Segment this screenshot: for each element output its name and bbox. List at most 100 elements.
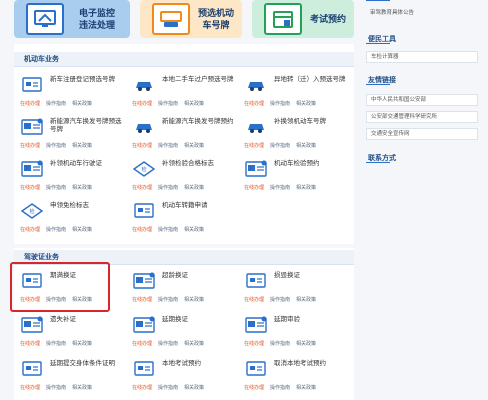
policy-link[interactable]: 相关政策 [72,341,92,347]
guide-link[interactable]: 操作指南 [158,227,178,233]
section-title: 驾驶证业务 [24,254,59,261]
guide-link[interactable]: 操作指南 [46,101,66,107]
online-link[interactable]: 在线办理 [244,297,264,303]
service-item[interactable]: 超龄换证 在线办理 操作指南 相关政策 [132,272,242,306]
online-link[interactable]: 在线办理 [132,385,152,391]
friend-link[interactable]: 交通安全宣传网 [366,128,478,140]
guide-link[interactable]: 操作指南 [158,185,178,191]
online-link[interactable]: 在线办理 [132,297,152,303]
online-link[interactable]: 在线办理 [132,227,152,233]
online-link[interactable]: 在线办理 [132,101,152,107]
online-link[interactable]: 在线办理 [244,385,264,391]
policy-link[interactable]: 相关政策 [184,101,204,107]
service-item[interactable]: 机动车转籍申请 在线办理 操作指南 相关政策 [132,202,242,236]
online-link[interactable]: 在线办理 [20,385,40,391]
service-item[interactable]: 新能源汽车换发号牌预选号牌在线办理 操作指南 相关政策 [20,118,130,152]
monitor-icon [26,3,64,35]
service-links: 在线办理 操作指南 相关政策 [20,100,98,107]
online-link[interactable]: 在线办理 [20,341,40,347]
policy-link[interactable]: 相关政策 [72,101,92,107]
service-item[interactable]: 延期提交身体条件证明 在线办理 操作指南 相关政策 [20,360,130,394]
guide-link[interactable]: 操作指南 [270,101,290,107]
online-link[interactable]: 在线办理 [244,101,264,107]
service-item[interactable]: 本地考试预约 在线办理 操作指南 相关政策 [132,360,242,394]
policy-link[interactable]: 相关政策 [296,297,316,303]
service-item[interactable]: 补换领机动车号牌 在线办理 操作指南 相关政策 [244,118,354,152]
guide-link[interactable]: 操作指南 [270,185,290,191]
service-title: 新能源汽车换发号牌预选号牌 [50,118,122,133]
online-link[interactable]: 在线办理 [244,341,264,347]
service-item[interactable]: 延期审验 在线办理 操作指南 相关政策 [244,316,354,350]
policy-link[interactable]: 相关政策 [296,185,316,191]
service-links: 在线办理 操作指南 相关政策 [20,226,98,233]
service-item[interactable]: 新车注册登记预选号牌 在线办理 操作指南 相关政策 [20,76,130,110]
svg-text:检: 检 [29,208,34,215]
policy-link[interactable]: 相关政策 [296,385,316,391]
guide-link[interactable]: 操作指南 [46,227,66,233]
service-item[interactable]: 延期换证 在线办理 操作指南 相关政策 [132,316,242,350]
policy-link[interactable]: 相关政策 [184,143,204,149]
service-icon: 检 [20,202,44,220]
service-item[interactable]: 检 申领免检标志 在线办理 操作指南 相关政策 [20,202,130,236]
service-item[interactable]: 本地二手车过户预选号牌 在线办理 操作指南 相关政策 [132,76,242,110]
policy-link[interactable]: 相关政策 [72,385,92,391]
online-link[interactable]: 在线办理 [132,341,152,347]
guide-link[interactable]: 操作指南 [46,341,66,347]
guide-link[interactable]: 操作指南 [46,143,66,149]
selected-item-highlight [10,262,110,312]
policy-link[interactable]: 相关政策 [184,341,204,347]
policy-link[interactable]: 相关政策 [184,385,204,391]
service-item[interactable]: 损毁换证 在线办理 操作指南 相关政策 [244,272,354,306]
online-link[interactable]: 在线办理 [132,185,152,191]
exam-booking-banner[interactable]: 考试预约 [252,0,354,38]
divider [366,162,390,163]
online-link[interactable]: 在线办理 [244,143,264,149]
policy-link[interactable]: 相关政策 [72,227,92,233]
policy-link[interactable]: 相关政策 [184,185,204,191]
online-link[interactable]: 在线办理 [132,143,152,149]
policy-link[interactable]: 相关政策 [184,227,204,233]
guide-link[interactable]: 操作指南 [158,143,178,149]
guide-link[interactable]: 操作指南 [158,101,178,107]
online-link[interactable]: 在线办理 [20,185,40,191]
policy-link[interactable]: 相关政策 [296,341,316,347]
guide-link[interactable]: 操作指南 [46,185,66,191]
notice-link[interactable]: 审驾教育具体公告 [366,8,478,20]
service-item[interactable]: 新能源汽车换发号牌预约 在线办理 操作指南 相关政策 [132,118,242,152]
guide-link[interactable]: 操作指南 [158,297,178,303]
guide-link[interactable]: 操作指南 [270,385,290,391]
online-link[interactable]: 在线办理 [20,227,40,233]
service-links: 在线办理 操作指南 相关政策 [244,384,322,391]
preselect-plate-banner[interactable]: 预选机动 车号牌 [140,0,242,38]
policy-link[interactable]: 相关政策 [296,101,316,107]
service-item[interactable]: 检 补领检验合格标志 在线办理 操作指南 相关政策 [132,160,242,194]
guide-link[interactable]: 操作指南 [270,297,290,303]
guide-link[interactable]: 操作指南 [158,341,178,347]
service-item[interactable]: 机动车检验预约 在线办理 操作指南 相关政策 [244,160,354,194]
online-link[interactable]: 在线办理 [244,185,264,191]
electronic-monitor-banner[interactable]: 电子监控 违法处理 [14,0,130,38]
service-links: 在线办理 操作指南 相关政策 [20,184,98,191]
service-links: 在线办理 操作指南 相关政策 [132,184,210,191]
policy-link[interactable]: 相关政策 [72,143,92,149]
online-link[interactable]: 在线办理 [20,101,40,107]
online-link[interactable]: 在线办理 [20,143,40,149]
tool-link[interactable]: 车检计算器 [366,51,478,63]
service-item[interactable]: 取消本地考试预约 在线办理 操作指南 相关政策 [244,360,354,394]
policy-link[interactable]: 相关政策 [72,185,92,191]
policy-link[interactable]: 相关政策 [296,143,316,149]
service-icon [244,316,268,334]
service-icon [244,360,268,378]
service-item[interactable]: 异地转（迁）入预选号牌 在线办理 操作指南 相关政策 [244,76,354,110]
guide-link[interactable]: 操作指南 [270,341,290,347]
guide-link[interactable]: 操作指南 [46,385,66,391]
policy-link[interactable]: 相关政策 [184,297,204,303]
service-icon [244,272,268,290]
service-item[interactable]: 补领机动车行驶证 在线办理 操作指南 相关政策 [20,160,130,194]
friend-link[interactable]: 中华人民共和国公安部 [366,94,478,106]
guide-link[interactable]: 操作指南 [270,143,290,149]
service-item[interactable]: 遗失补证 在线办理 操作指南 相关政策 [20,316,130,350]
friend-link[interactable]: 公安部交通管理科学研究所 [366,111,478,123]
guide-link[interactable]: 操作指南 [158,385,178,391]
service-links: 在线办理 操作指南 相关政策 [244,296,322,303]
